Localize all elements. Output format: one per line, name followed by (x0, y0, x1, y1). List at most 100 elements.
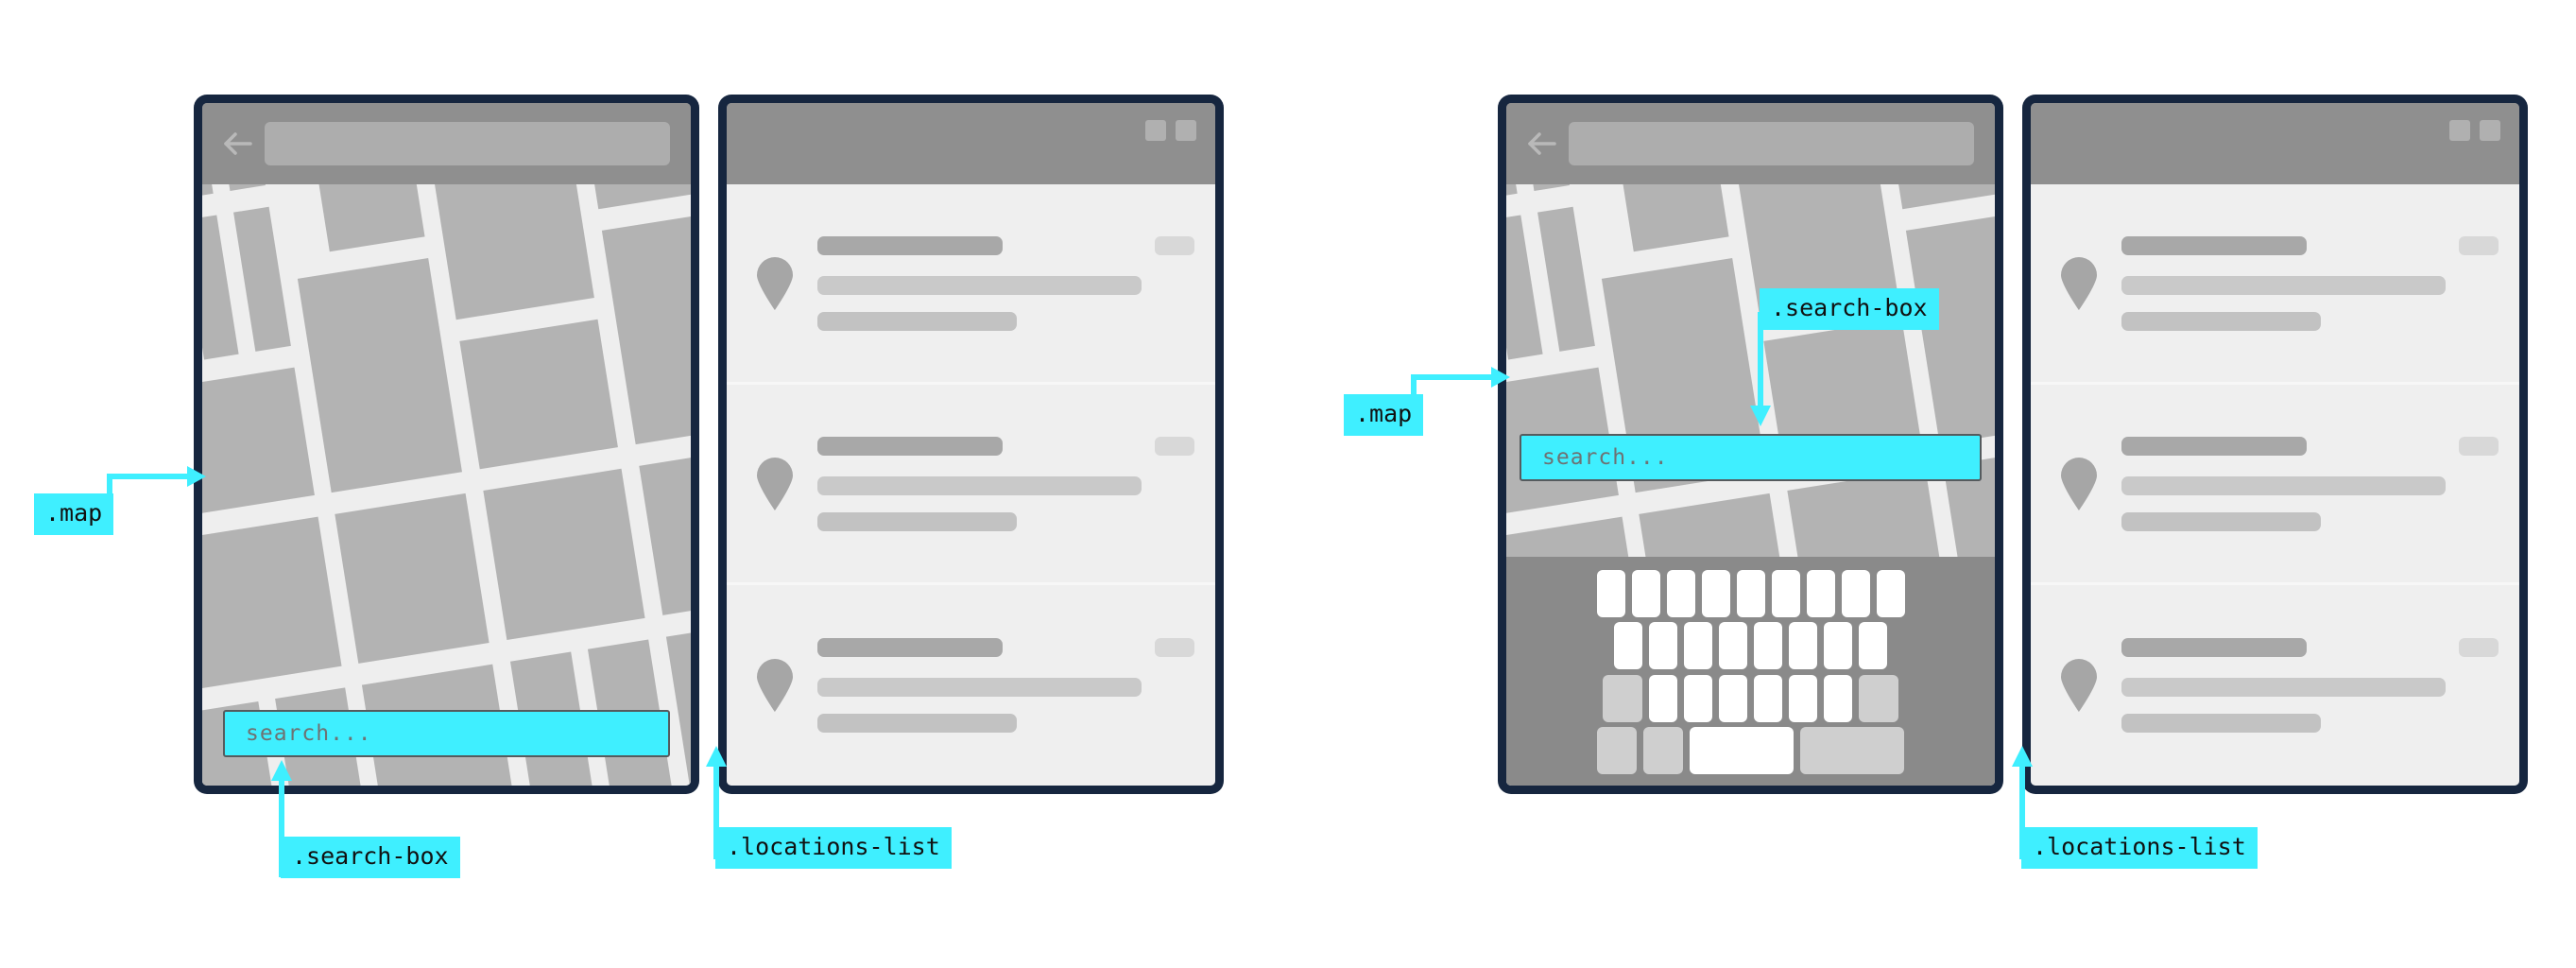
keyboard-key[interactable] (1631, 570, 1660, 617)
keyboard-key[interactable] (1789, 622, 1817, 670)
annotation-locations-list-right: .locations-list (2021, 827, 2258, 870)
keyboard-key[interactable] (1719, 674, 1747, 722)
app-bar-field[interactable] (265, 122, 670, 165)
keyboard-key[interactable] (1859, 622, 1887, 670)
window-maximize-icon[interactable] (2480, 120, 2500, 141)
status-badge (1155, 638, 1194, 657)
keyboard-row (1519, 726, 1983, 774)
list-item-title (817, 638, 1003, 657)
search-box-placeholder: search... (1542, 445, 1669, 470)
list-item-line-2 (2121, 311, 2322, 331)
list-item-line-2 (817, 714, 1018, 733)
keyboard-row (1519, 570, 1983, 617)
annotation-label: .map (1355, 400, 1413, 427)
annotation-label: .search-box (292, 842, 449, 870)
window-minimize-icon[interactable] (2449, 120, 2470, 141)
window-controls[interactable] (1145, 120, 1196, 141)
keyboard-shift-key[interactable] (1603, 674, 1642, 722)
annotation-map-left: .map (34, 493, 114, 536)
app-bar-field[interactable] (1569, 122, 1974, 165)
map-pin-icon (2057, 456, 2101, 512)
map-pin-icon (753, 456, 797, 512)
search-box-placeholder: search... (246, 721, 372, 746)
list-item-content (817, 638, 1194, 733)
window-maximize-icon[interactable] (1176, 120, 1196, 141)
list-item-content (817, 436, 1194, 531)
list-item[interactable] (2031, 585, 2519, 786)
keyboard-row (1519, 622, 1983, 670)
list-item-title (2121, 235, 2307, 255)
list-item-title (817, 235, 1003, 255)
list-item[interactable] (727, 385, 1215, 585)
search-box[interactable]: search... (1520, 434, 1982, 481)
map-pin-icon (2057, 255, 2101, 312)
keyboard-enter-key[interactable] (1800, 726, 1904, 774)
keyboard-key[interactable] (1736, 570, 1765, 617)
phone-screen: search... (202, 103, 691, 786)
keyboard-key[interactable] (1824, 674, 1852, 722)
locations-list[interactable] (727, 184, 1215, 786)
list-item-title (2121, 638, 2307, 657)
phone-screen (727, 103, 1215, 786)
back-arrow-icon[interactable] (223, 131, 253, 156)
keyboard-key[interactable] (1824, 622, 1852, 670)
list-item-line-1 (817, 678, 1142, 697)
map[interactable] (202, 184, 691, 786)
keyboard-key[interactable] (1701, 570, 1730, 617)
map-pin-icon (2057, 657, 2101, 714)
list-item-content (2121, 436, 2499, 531)
list-item-content (2121, 235, 2499, 331)
keyboard-spacebar[interactable] (1690, 726, 1794, 774)
back-arrow-icon[interactable] (1527, 131, 1557, 156)
map-phone-closed: search... (194, 95, 699, 794)
phone-screen (2031, 103, 2519, 786)
annotation-label: .locations-list (727, 833, 940, 860)
annotation-label: .locations-list (2033, 833, 2246, 860)
keyboard-key[interactable] (1806, 570, 1835, 617)
list-item-line-2 (2121, 714, 2322, 733)
on-screen-keyboard[interactable] (1506, 557, 1995, 786)
list-item-line-2 (817, 311, 1018, 331)
window-minimize-icon[interactable] (1145, 120, 1166, 141)
list-item-line-2 (2121, 511, 2322, 531)
keyboard-key[interactable] (1789, 674, 1817, 722)
keyboard-key[interactable] (1666, 570, 1695, 617)
keyboard-backspace-key[interactable] (1859, 674, 1898, 722)
list-item[interactable] (727, 585, 1215, 786)
list-item-line-1 (817, 475, 1142, 495)
keyboard-key[interactable] (1876, 570, 1905, 617)
list-item[interactable] (2031, 184, 2519, 385)
list-item-line-1 (2121, 678, 2447, 697)
keyboard-key[interactable] (1649, 622, 1677, 670)
list-item[interactable] (727, 184, 1215, 385)
list-item-line-1 (2121, 275, 2447, 295)
keyboard-key[interactable] (1771, 570, 1800, 617)
app-bar (1506, 103, 1995, 184)
keyboard-key[interactable] (1596, 570, 1625, 617)
keyboard-key[interactable] (1841, 570, 1870, 617)
keyboard-key[interactable] (1754, 622, 1782, 670)
locations-list[interactable] (2031, 184, 2519, 786)
locations-phone-open (2022, 95, 2528, 794)
list-item-line-1 (817, 275, 1142, 295)
status-badge (2459, 436, 2499, 456)
keyboard-key[interactable] (1684, 674, 1712, 722)
keyboard-symbols-key[interactable] (1597, 726, 1637, 774)
keyboard-key[interactable] (1754, 674, 1782, 722)
keyboard-key[interactable] (1649, 674, 1677, 722)
search-box[interactable]: search... (223, 710, 670, 757)
list-item-line-1 (2121, 475, 2447, 495)
keyboard-row (1519, 674, 1983, 722)
status-badge (2459, 235, 2499, 255)
keyboard-key[interactable] (1684, 622, 1712, 670)
list-item-content (2121, 638, 2499, 733)
keyboard-key[interactable] (1614, 622, 1642, 670)
annotation-search-box-left: .search-box (281, 837, 460, 879)
window-controls[interactable] (2449, 120, 2500, 141)
map-pin-icon (753, 255, 797, 312)
keyboard-emoji-key[interactable] (1643, 726, 1683, 774)
list-item[interactable] (2031, 385, 2519, 585)
keyboard-key[interactable] (1719, 622, 1747, 670)
phone-screen: search... (1506, 103, 1995, 786)
status-badge (1155, 436, 1194, 456)
